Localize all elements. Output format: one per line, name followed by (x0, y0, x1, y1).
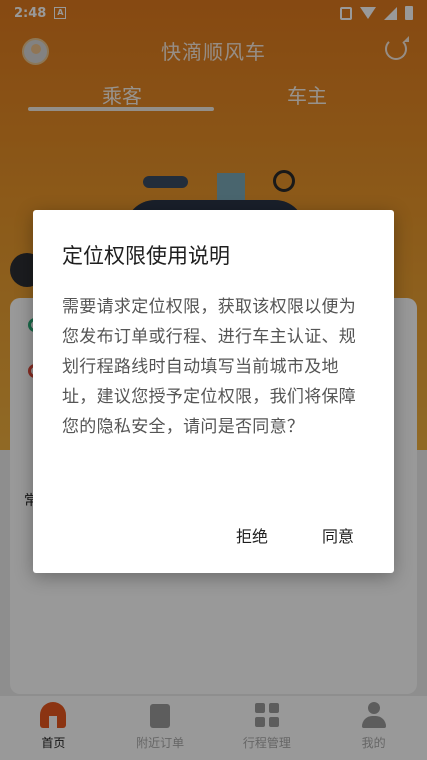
dialog-title: 定位权限使用说明 (62, 244, 230, 268)
reject-button[interactable]: 拒绝 (236, 523, 268, 547)
location-permission-dialog: 定位权限使用说明 需要请求定位权限，获取该权限以便为您发布订单或行程、进行车主认… (33, 210, 394, 573)
dialog-message: 需要请求定位权限，获取该权限以便为您发布订单或行程、进行车主认证、规划行程路线时… (62, 297, 357, 437)
agree-button[interactable]: 同意 (322, 523, 354, 547)
dialog-actions: 拒绝 同意 (236, 523, 354, 547)
